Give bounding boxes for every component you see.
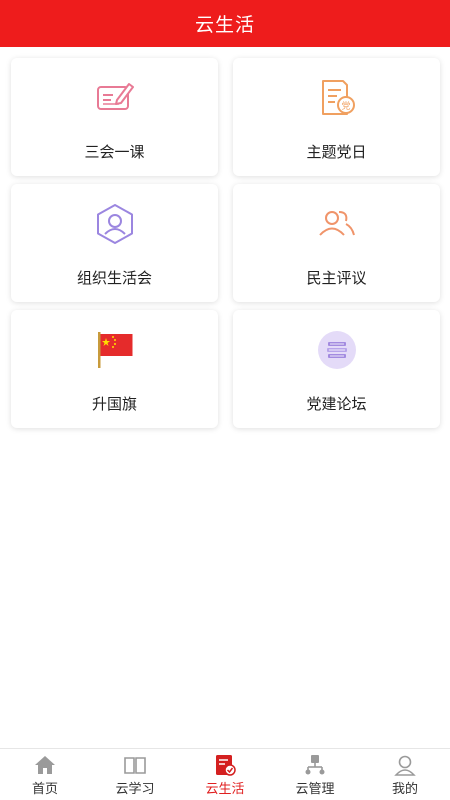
tab-mine[interactable]: 我的: [360, 749, 450, 800]
users-icon: [315, 202, 359, 246]
bottom-tab-bar: 首页 云学习 云生活 云管理 我的: [0, 748, 450, 800]
card-democratic-review[interactable]: 民主评议: [233, 184, 440, 302]
card-label: 主题党日: [306, 143, 367, 161]
card-label: 升国旗: [91, 395, 137, 413]
card-org-life-meeting[interactable]: 组织生活会: [11, 184, 218, 302]
open-book-icon: [123, 753, 147, 777]
svg-text:党: 党: [341, 100, 350, 112]
party-document-icon: 党: [315, 76, 359, 120]
book-stack-icon: [315, 328, 359, 372]
card-party-day[interactable]: 党 主题党日: [233, 58, 440, 176]
cloud-life-icon: [213, 753, 237, 777]
top-bar: 云生活: [0, 0, 450, 47]
pen-certificate-icon: [93, 76, 137, 120]
org-chart-icon: [303, 753, 327, 777]
profile-icon: [393, 753, 417, 777]
tab-home[interactable]: 首页: [0, 749, 90, 800]
hexagon-person-icon: [93, 202, 137, 246]
tab-label: 云学习: [115, 782, 155, 797]
feature-grid: 三会一课 党 主题党日 组织生活会 民主评议 升国旗 党建论坛: [11, 58, 440, 428]
card-flag-raising[interactable]: 升国旗: [11, 310, 218, 428]
tab-cloud-manage[interactable]: 云管理: [270, 749, 360, 800]
card-label: 党建论坛: [306, 395, 367, 413]
tab-label: 云生活: [205, 782, 245, 797]
tab-label: 我的: [391, 782, 418, 797]
card-label: 组织生活会: [76, 269, 152, 287]
china-flag-icon: [93, 328, 137, 372]
home-icon: [33, 753, 57, 777]
page-title: 云生活: [194, 14, 255, 36]
tab-cloud-life[interactable]: 云生活: [180, 749, 270, 800]
card-label: 三会一课: [84, 143, 145, 161]
card-party-forum[interactable]: 党建论坛: [233, 310, 440, 428]
tab-cloud-study[interactable]: 云学习: [90, 749, 180, 800]
tab-label: 云管理: [295, 782, 335, 797]
card-label: 民主评议: [306, 269, 367, 287]
tab-label: 首页: [31, 782, 58, 797]
card-three-meetings[interactable]: 三会一课: [11, 58, 218, 176]
